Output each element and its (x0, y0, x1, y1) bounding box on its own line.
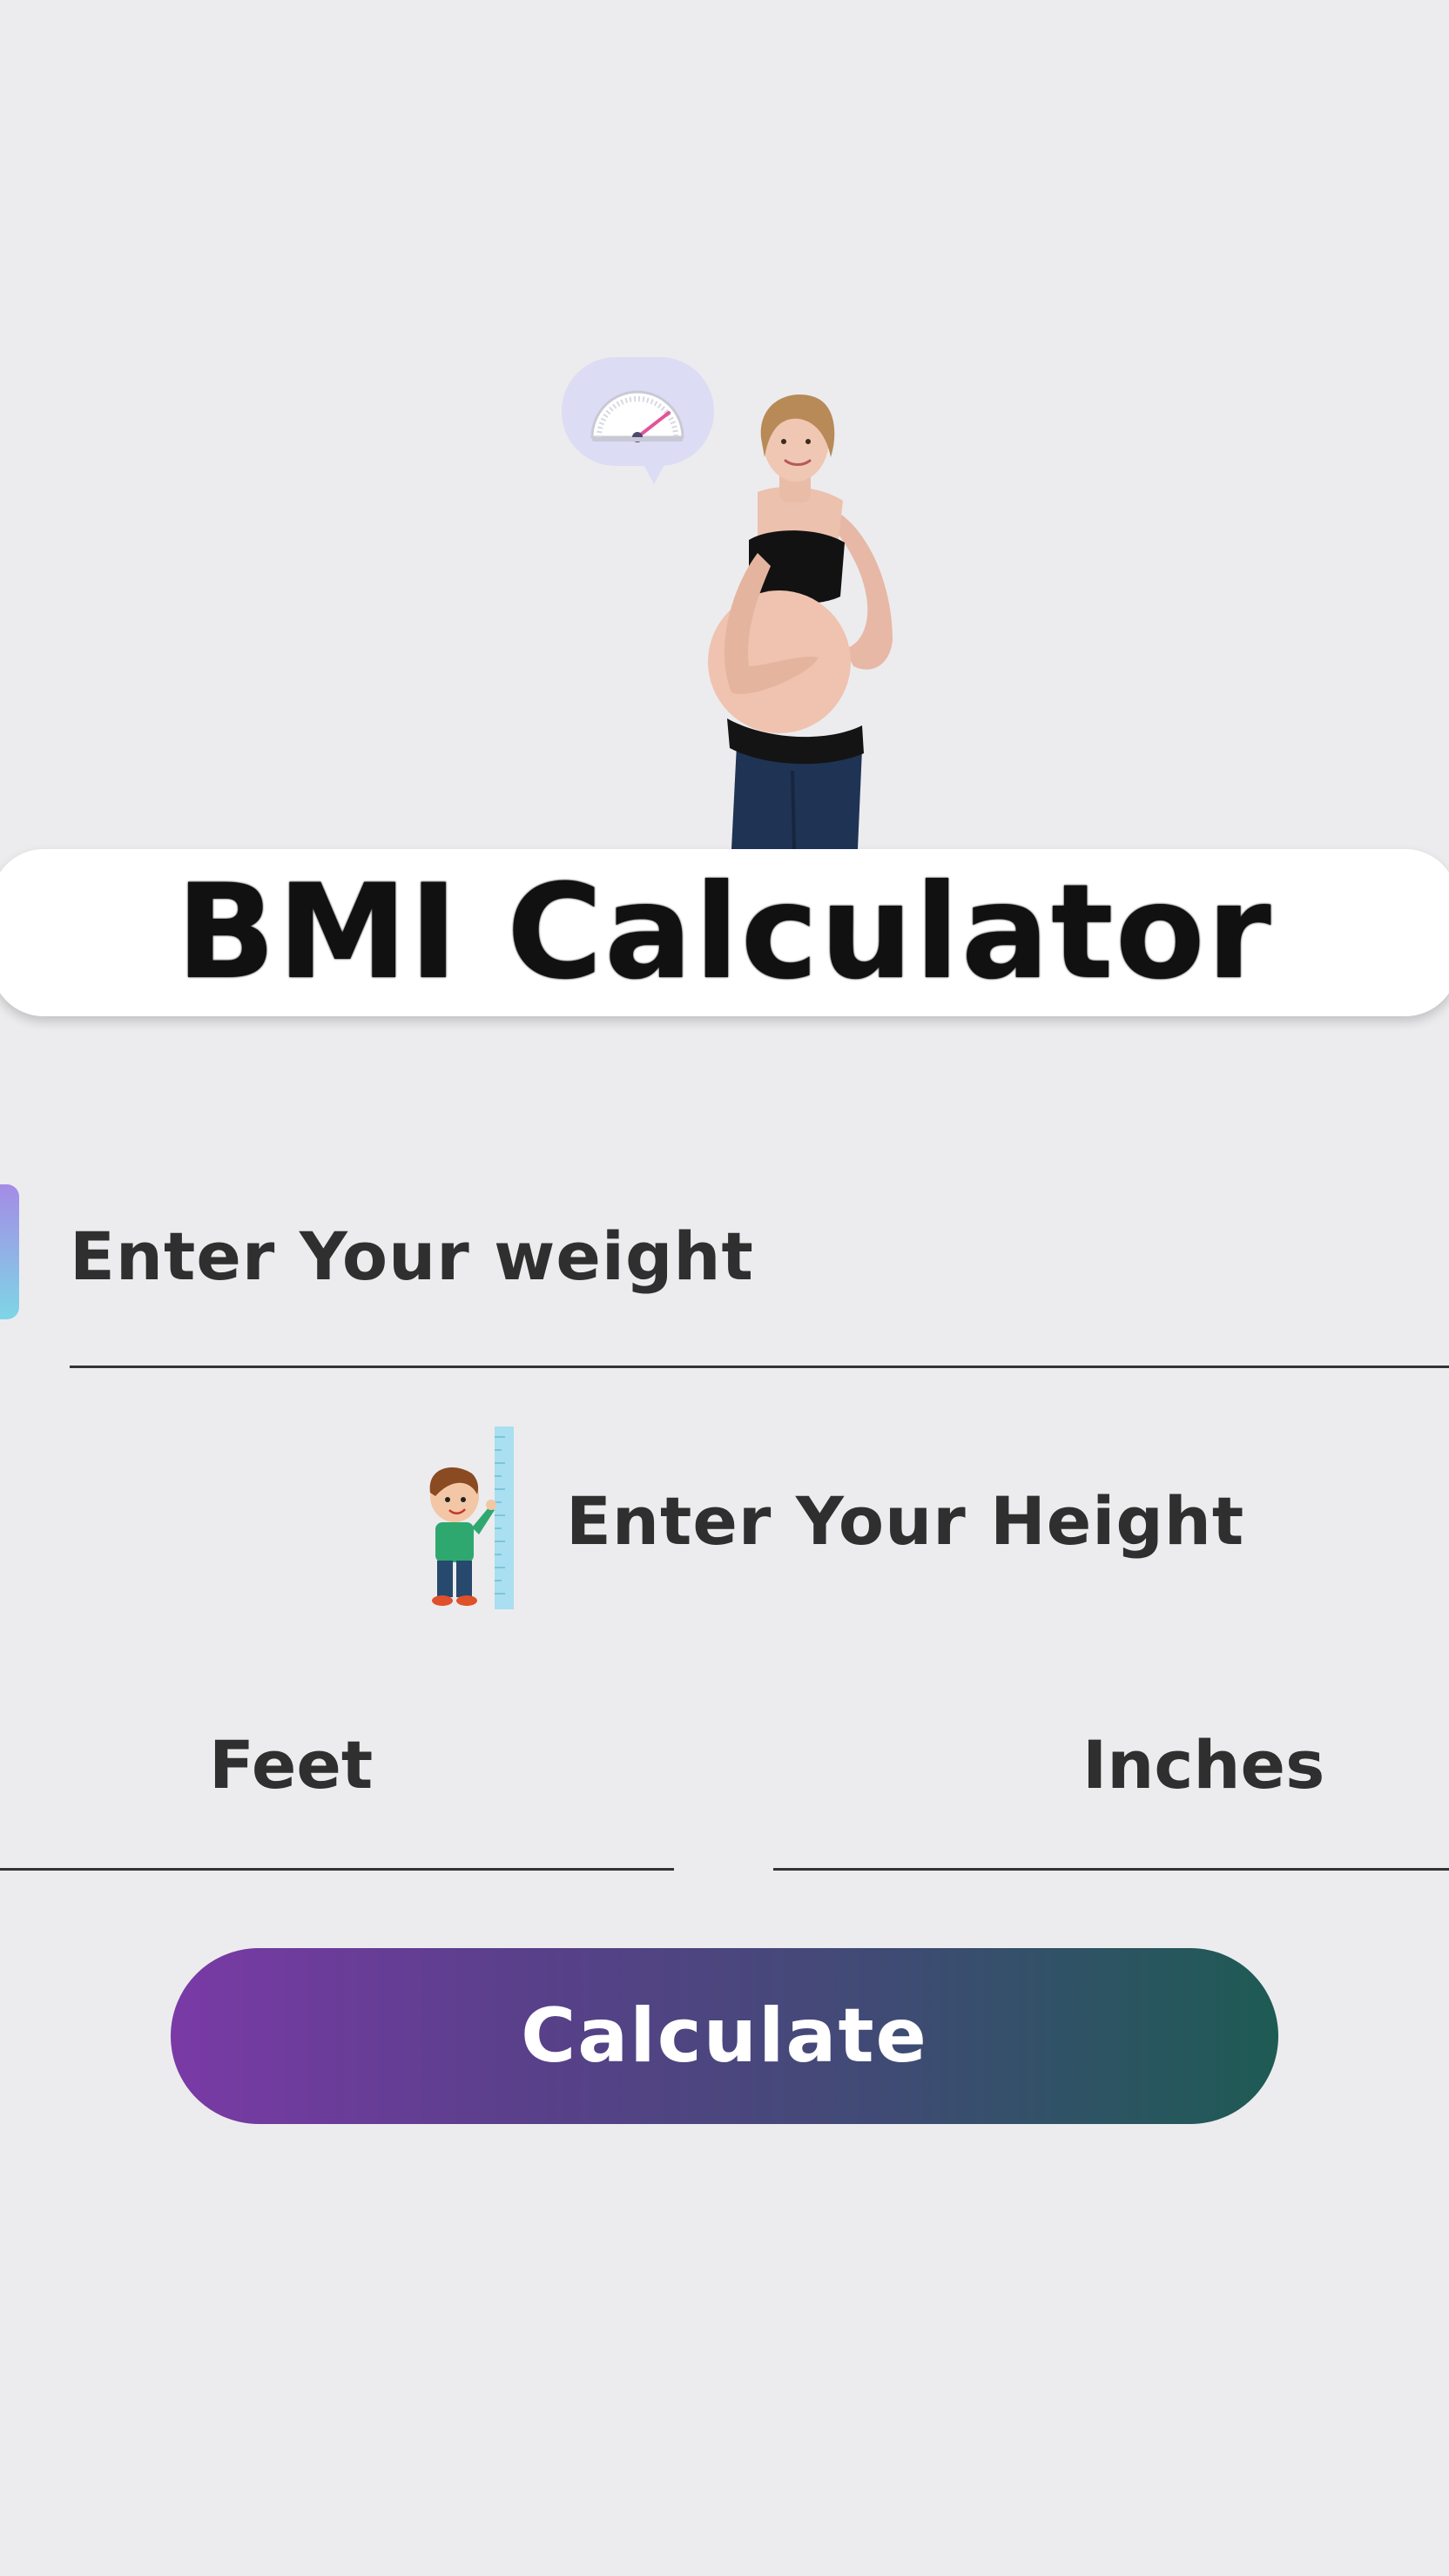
weight-gauge-icon (590, 390, 684, 442)
feet-field-underline (0, 1868, 674, 1871)
weight-field-underline (70, 1366, 1449, 1368)
inches-field-underline (773, 1868, 1449, 1871)
inches-input-placeholder: Inches (1082, 1726, 1325, 1804)
weight-input-placeholder: Enter Your weight (70, 1217, 754, 1295)
weight-accent-bar (0, 1184, 19, 1319)
feet-input-placeholder: Feet (209, 1726, 374, 1804)
pregnant-woman-illustration (708, 394, 893, 849)
kid-height-ruler-icon (429, 1426, 514, 1609)
speech-bubble-tail (642, 462, 666, 484)
height-section-label: Enter Your Height (566, 1482, 1245, 1560)
calculate-button[interactable]: Calculate (171, 1948, 1278, 2124)
page-title: BMI Calculator (176, 857, 1273, 1008)
